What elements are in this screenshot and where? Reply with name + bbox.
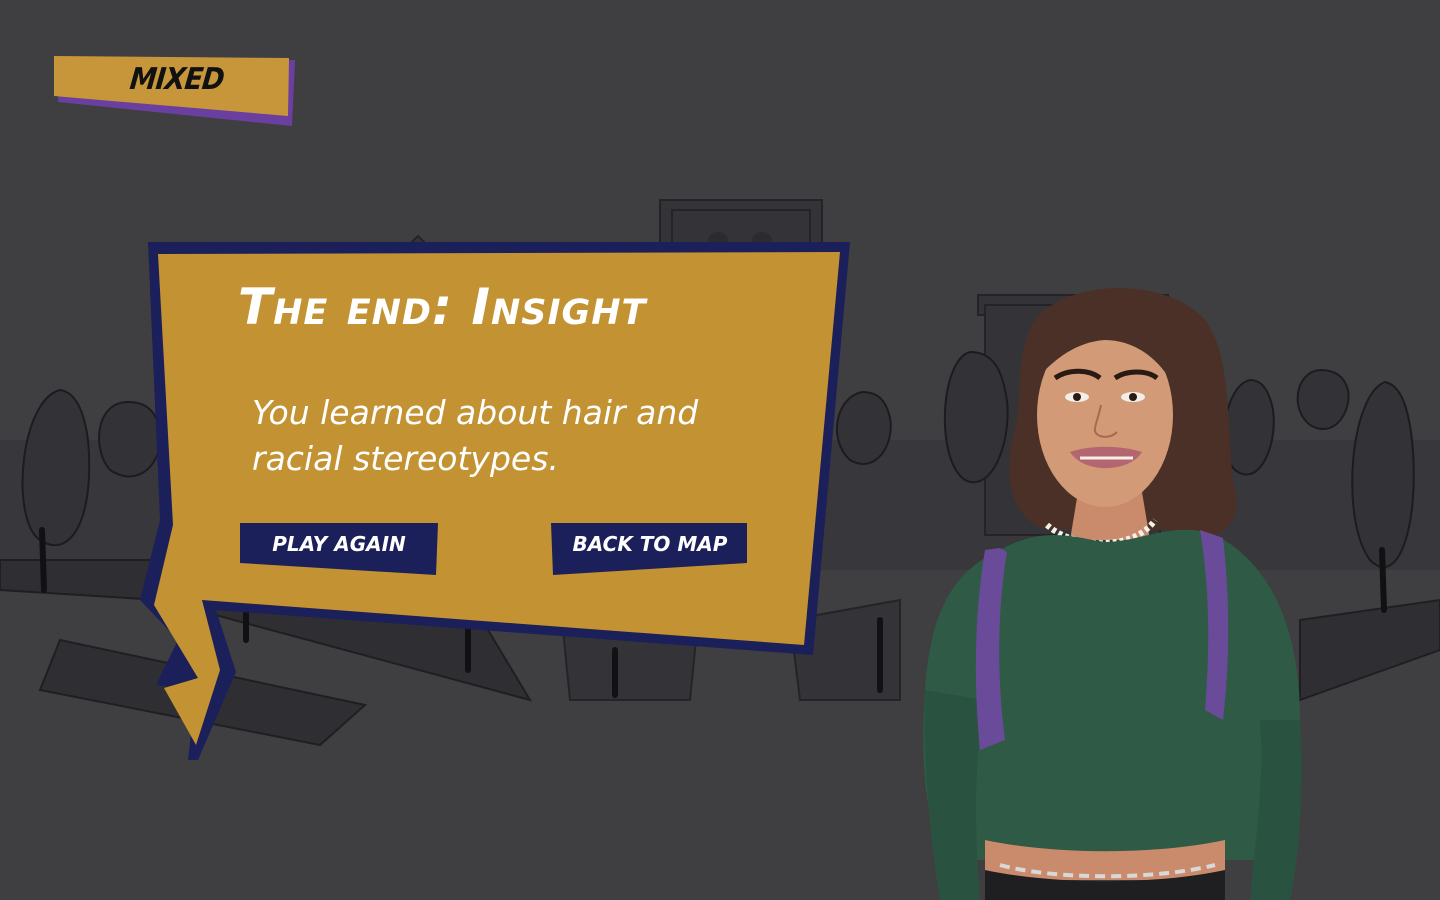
play-again-button[interactable]: PLAY AGAIN	[240, 523, 438, 575]
chapter-label: MIXED	[128, 62, 226, 97]
chapter-tag: MIXED	[52, 54, 297, 129]
back-to-map-button[interactable]: BACK TO MAP	[551, 523, 749, 575]
ending-dialog: The end: Insight You learned about hair …	[138, 240, 853, 765]
play-again-label: PLAY AGAIN	[272, 532, 406, 556]
game-scene: MIXED The end: Insight You learned about…	[0, 0, 1440, 900]
back-to-map-label: BACK TO MAP	[572, 532, 728, 556]
character-portrait	[923, 288, 1302, 900]
ending-message: You learned about hair and racial stereo…	[252, 393, 699, 478]
ending-title: The end: Insight	[238, 278, 647, 336]
